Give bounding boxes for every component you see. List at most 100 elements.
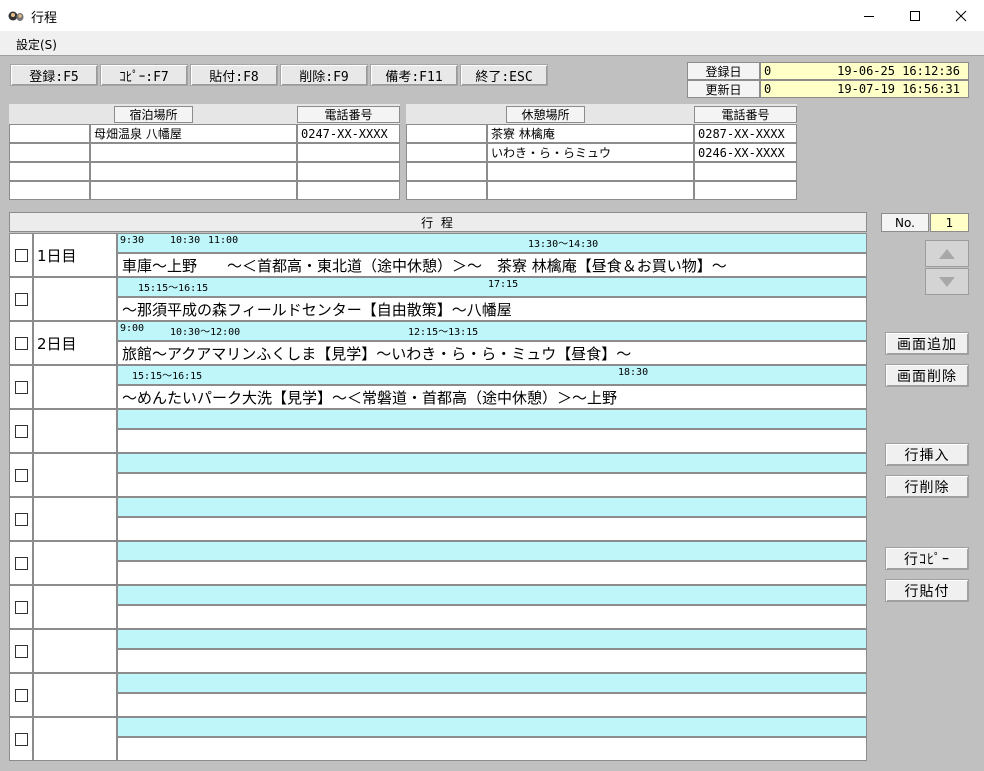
day-label-cell[interactable]: [33, 497, 117, 541]
add-screen-button[interactable]: 画面追加: [885, 332, 969, 355]
row-select-checkbox[interactable]: [15, 249, 28, 262]
rest-code-cell[interactable]: [406, 124, 487, 143]
time-strip[interactable]: [117, 541, 867, 561]
itinerary-header: 行 程: [9, 212, 867, 232]
rest-place-cell[interactable]: [487, 181, 694, 200]
row-select-cell: [9, 673, 33, 717]
day-label-cell[interactable]: [33, 629, 117, 673]
day-label-cell[interactable]: [33, 277, 117, 321]
itinerary-text-field[interactable]: [117, 649, 867, 673]
copy-button[interactable]: ｺﾋﾟｰ:F7: [100, 64, 188, 86]
itinerary-text-field[interactable]: [117, 473, 867, 497]
rest-code-cell[interactable]: [406, 181, 487, 200]
rest-place-cell[interactable]: いわき・ら・らミュウ: [487, 143, 694, 162]
close-button[interactable]: [938, 0, 984, 31]
delete-button[interactable]: 削除:F9: [280, 64, 368, 86]
time-strip[interactable]: [117, 673, 867, 693]
row-select-checkbox[interactable]: [15, 469, 28, 482]
updated-date-field: 0 19-07-19 16:56:31: [760, 80, 969, 98]
scroll-up-button[interactable]: [925, 240, 969, 267]
lodging-place-cell[interactable]: [90, 143, 297, 162]
time-strip[interactable]: [117, 585, 867, 605]
time-strip[interactable]: 15:15〜16:15 18:30: [117, 365, 867, 385]
day-label-cell[interactable]: [33, 673, 117, 717]
row-select-checkbox[interactable]: [15, 293, 28, 306]
row-select-checkbox[interactable]: [15, 513, 28, 526]
updated-datetime: 19-07-19 16:56:31: [837, 82, 960, 96]
day-label-cell[interactable]: [33, 541, 117, 585]
lodging-code-cell[interactable]: [9, 181, 90, 200]
delete-screen-button[interactable]: 画面削除: [885, 364, 969, 387]
day-label-cell[interactable]: 1日目: [33, 233, 117, 277]
itinerary-text-field[interactable]: 〜めんたいパーク大洗【見学】〜＜常磐道・首都高（途中休憩）＞〜上野: [117, 385, 867, 409]
itinerary-text-field[interactable]: 車庫〜上野 〜＜首都高・東北道（途中休憩）＞〜 茶寮 林檎庵【昼食＆お買い物】〜: [117, 253, 867, 277]
row-select-checkbox[interactable]: [15, 645, 28, 658]
time-strip[interactable]: [117, 497, 867, 517]
rest-code-cell[interactable]: [406, 143, 487, 162]
register-button[interactable]: 登録:F5: [10, 64, 98, 86]
rest-phone-cell[interactable]: [694, 162, 797, 181]
day-label-cell[interactable]: [33, 585, 117, 629]
rest-place-cell[interactable]: 茶寮 林檎庵: [487, 124, 694, 143]
lodging-code-cell[interactable]: [9, 162, 90, 181]
paste-row-button[interactable]: 行貼付: [885, 579, 969, 602]
itinerary-text-field[interactable]: 〜那須平成の森フィールドセンター【自由散策】〜八幡屋: [117, 297, 867, 321]
exit-button[interactable]: 終了:ESC: [460, 64, 548, 86]
itinerary-text-field[interactable]: [117, 429, 867, 453]
rest-code-cell[interactable]: [406, 162, 487, 181]
row-select-checkbox[interactable]: [15, 425, 28, 438]
rest-phone-cell[interactable]: [694, 181, 797, 200]
registered-datetime: 19-06-25 16:12:36: [837, 64, 960, 78]
time-strip[interactable]: 9:30 10:30 11:00 13:30〜14:30: [117, 233, 867, 253]
lodging-phone-cell[interactable]: [297, 143, 400, 162]
day-label-cell[interactable]: [33, 409, 117, 453]
time-strip[interactable]: [117, 717, 867, 737]
itinerary-text-field[interactable]: 旅館〜アクアマリンふくしま【見学】〜いわき・ら・ら・ミュウ【昼食】〜: [117, 341, 867, 365]
itinerary-text-field[interactable]: [117, 693, 867, 717]
copy-row-button[interactable]: 行ｺﾋﾟｰ: [885, 547, 969, 570]
time-strip[interactable]: 9:00 10:30〜12:00 12:15〜13:15: [117, 321, 867, 341]
row-select-checkbox[interactable]: [15, 733, 28, 746]
lodging-code-cell[interactable]: [9, 124, 90, 143]
day-label-cell[interactable]: [33, 365, 117, 409]
rest-phone-cell[interactable]: 0246-XX-XXXX: [694, 143, 797, 162]
row-select-checkbox[interactable]: [15, 337, 28, 350]
day-label-cell[interactable]: [33, 453, 117, 497]
lodging-place-cell[interactable]: [90, 162, 297, 181]
lodging-place-cell[interactable]: 母畑温泉 八幡屋: [90, 124, 297, 143]
lodging-place-cell[interactable]: [90, 181, 297, 200]
lodging-phone-cell[interactable]: [297, 162, 400, 181]
time-strip[interactable]: [117, 453, 867, 473]
lodging-phone-header: 電話番号: [297, 106, 400, 123]
time-strip[interactable]: 15:15〜16:15 17:15: [117, 277, 867, 297]
time-strip[interactable]: [117, 409, 867, 429]
paste-button[interactable]: 貼付:F8: [190, 64, 278, 86]
menu-settings[interactable]: 設定(S): [16, 36, 57, 53]
day-label-cell[interactable]: 2日目: [33, 321, 117, 365]
rest-phone-cell[interactable]: 0287-XX-XXXX: [694, 124, 797, 143]
lodging-phone-cell[interactable]: [297, 181, 400, 200]
row-select-checkbox[interactable]: [15, 381, 28, 394]
lodging-code-cell[interactable]: [9, 143, 90, 162]
row-select-checkbox[interactable]: [15, 689, 28, 702]
close-icon: [955, 10, 967, 21]
row-select-cell: [9, 453, 33, 497]
delete-row-button[interactable]: 行削除: [885, 475, 969, 498]
maximize-button[interactable]: [892, 0, 938, 31]
insert-row-button[interactable]: 行挿入: [885, 443, 969, 466]
itinerary-text-field[interactable]: [117, 517, 867, 541]
minimize-button[interactable]: [846, 0, 892, 31]
lodging-phone-cell[interactable]: 0247-XX-XXXX: [297, 124, 400, 143]
time-strip[interactable]: [117, 629, 867, 649]
itinerary-text-field[interactable]: [117, 605, 867, 629]
page-number-field[interactable]: 1: [930, 213, 969, 232]
scroll-down-button[interactable]: [925, 268, 969, 295]
row-select-cell: [9, 365, 33, 409]
itinerary-text-field[interactable]: [117, 737, 867, 761]
notes-button[interactable]: 備考:F11: [370, 64, 458, 86]
row-select-checkbox[interactable]: [15, 557, 28, 570]
itinerary-text-field[interactable]: [117, 561, 867, 585]
day-label-cell[interactable]: [33, 717, 117, 761]
rest-place-cell[interactable]: [487, 162, 694, 181]
row-select-checkbox[interactable]: [15, 601, 28, 614]
